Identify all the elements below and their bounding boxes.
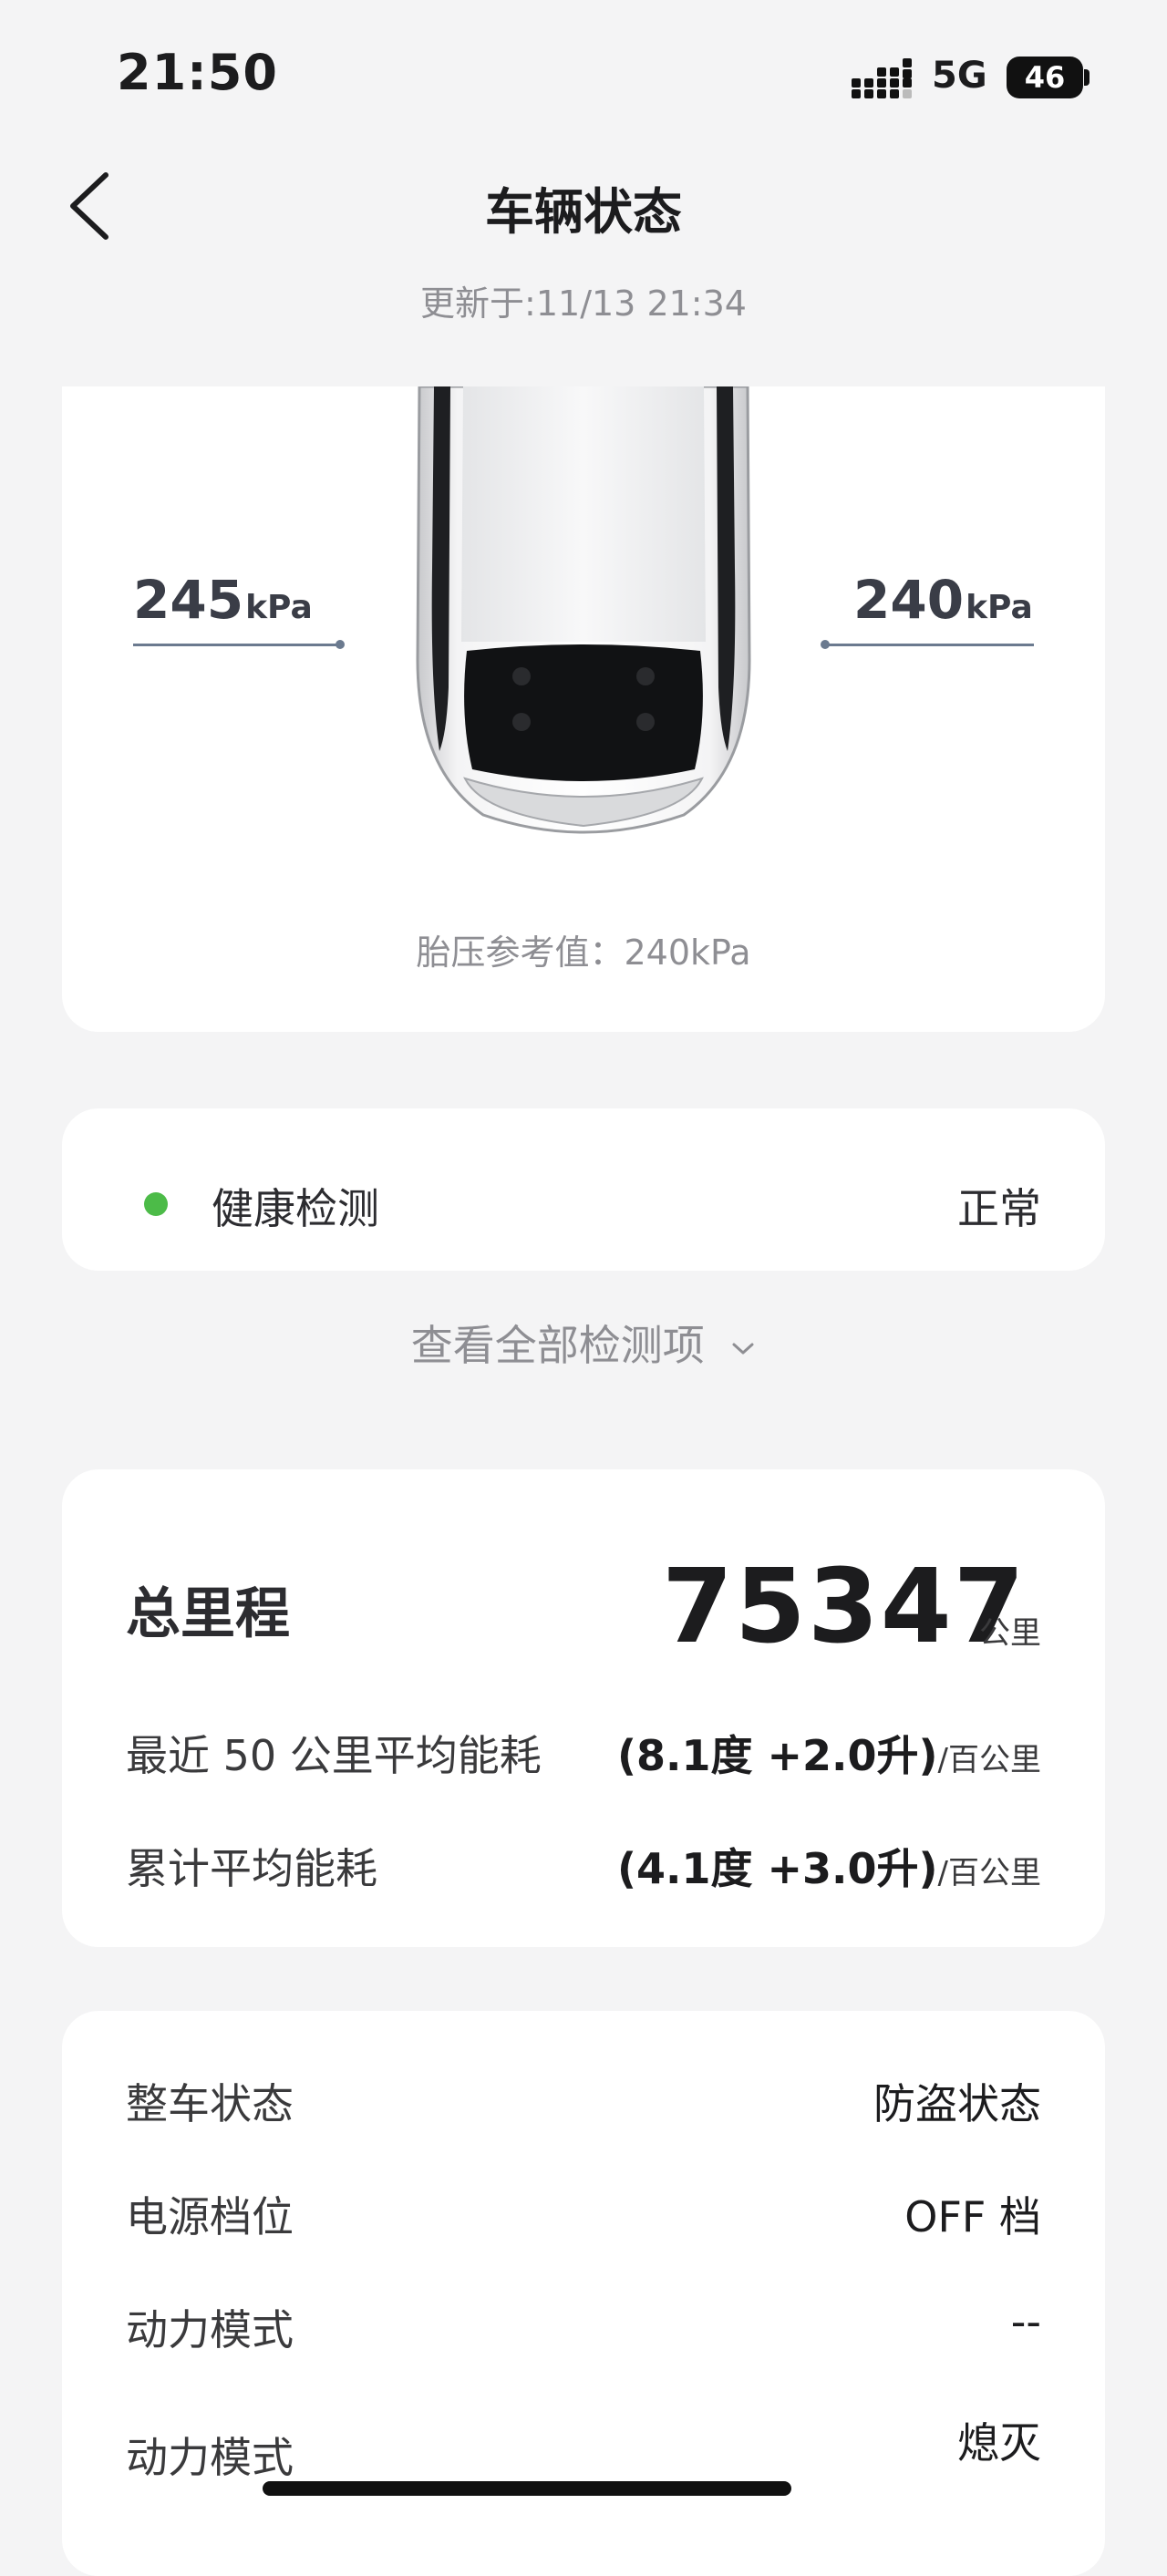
tyre-left-dot (336, 640, 345, 649)
view-all-checks-link[interactable]: 查看全部检测项 (0, 1313, 1167, 1373)
home-indicator[interactable] (263, 2481, 791, 2496)
battery-tip (1084, 69, 1090, 86)
page-title: 车辆状态 (485, 183, 682, 241)
tyre-left-unit: kPa (245, 589, 313, 626)
total-consumption-unit: /百公里 (937, 1855, 1041, 1891)
odometer-value: 75347 (662, 1548, 1027, 1666)
status-row-value: 熄灭 (957, 2418, 1041, 2468)
recent-consumption-figure: (8.1度 +2.0升) (616, 1731, 938, 1780)
recent-consumption-value: (8.1度 +2.0升)/百公里 (617, 1723, 1041, 1783)
health-check-status: 正常 (957, 1184, 1041, 1233)
status-row-label: 动力模式 (126, 2305, 294, 2354)
health-status-dot (144, 1192, 168, 1216)
view-all-label: 查看全部检测项 (410, 1321, 705, 1370)
status-row-label: 动力模式 (126, 2433, 294, 2482)
status-time: 21:50 (117, 44, 278, 101)
update-time: 更新于:11/13 21:34 (420, 283, 747, 324)
health-check-label: 健康检测 (212, 1184, 379, 1233)
battery-icon: 46 (1007, 57, 1083, 98)
tyre-right-unit: kPa (966, 589, 1033, 626)
status-row-value: -- (1010, 2297, 1041, 2346)
tyre-pressure-left: 245kPa (133, 569, 313, 631)
total-consumption-value: (4.1度 +3.0升)/百公里 (617, 1836, 1041, 1896)
tyre-left-line (133, 644, 339, 646)
chevron-down-icon (732, 1343, 754, 1354)
car-image (416, 386, 751, 834)
tyre-right-line (826, 644, 1034, 646)
tyre-right-dot (821, 640, 830, 649)
total-consumption-label: 累计平均能耗 (126, 1844, 377, 1893)
network-label: 5G (932, 55, 987, 97)
total-consumption-figure: (4.1度 +3.0升) (616, 1844, 938, 1893)
status-row-label: 电源档位 (126, 2192, 294, 2241)
signal-icon (852, 58, 912, 98)
status-row-value: OFF 档 (904, 2192, 1041, 2241)
recent-consumption-label: 最近 50 公里平均能耗 (126, 1731, 542, 1780)
tyre-left-value: 245 (133, 569, 244, 631)
tyre-pressure-right: 240kPa (853, 569, 1033, 631)
status-row-label: 整车状态 (126, 2079, 294, 2128)
tyre-reference: 胎压参考值：240kPa (416, 933, 751, 973)
status-row-value: 防盗状态 (873, 2079, 1041, 2128)
odometer-unit: 公里 (979, 1615, 1041, 1652)
odometer-label: 总里程 (126, 1582, 290, 1646)
tyre-right-value: 240 (853, 569, 965, 631)
recent-consumption-unit: /百公里 (937, 1742, 1041, 1778)
